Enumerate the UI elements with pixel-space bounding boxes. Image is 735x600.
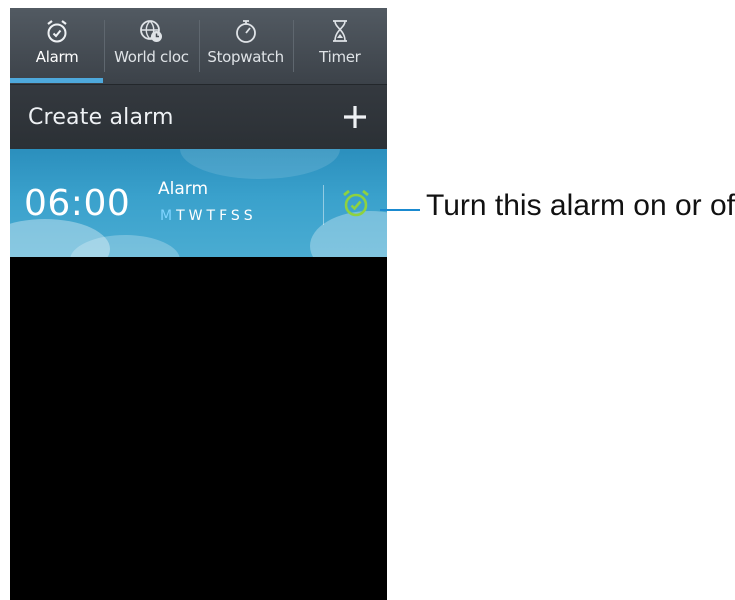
- tab-label: Stopwatch: [207, 48, 284, 66]
- cloud-decoration: [180, 149, 340, 179]
- tab-label: Alarm: [35, 48, 79, 66]
- tab-label: Timer: [319, 48, 361, 66]
- tab-label: World cloc: [114, 48, 189, 66]
- alarm-toggle-icon[interactable]: [340, 187, 372, 219]
- stopwatch-icon: [235, 20, 256, 43]
- day-label: W: [188, 208, 207, 224]
- day-label: S: [230, 208, 244, 224]
- create-alarm-bar[interactable]: Create alarm: [10, 84, 387, 151]
- hourglass-icon: [332, 20, 347, 42]
- active-tab-indicator: [10, 78, 103, 83]
- plus-icon[interactable]: [342, 104, 368, 130]
- phone-screen: Alarm World cloc Stopwatch Timer Create …: [10, 8, 387, 600]
- tab-bar: Alarm World cloc Stopwatch Timer: [10, 8, 387, 84]
- tab-timer[interactable]: Timer: [292, 8, 387, 84]
- day-label: T: [176, 208, 189, 224]
- alarm-clock-icon: [47, 20, 67, 43]
- tab-stopwatch[interactable]: Stopwatch: [198, 8, 293, 84]
- alarm-name: Alarm: [158, 179, 209, 199]
- day-label: S: [243, 208, 257, 224]
- globe-clock-icon: [140, 20, 163, 42]
- tab-alarm[interactable]: Alarm: [10, 8, 104, 84]
- alarm-list-item[interactable]: 06:00 Alarm MTWTFSS: [10, 149, 387, 257]
- day-label: F: [219, 208, 231, 224]
- alarm-repeat-days: MTWTFSS: [160, 208, 257, 224]
- tab-world-clock[interactable]: World cloc: [104, 8, 198, 84]
- divider: [323, 185, 324, 225]
- create-alarm-label: Create alarm: [28, 105, 174, 130]
- day-label: M: [160, 208, 177, 224]
- alarm-time: 06:00: [24, 183, 131, 224]
- callout-line: [380, 209, 420, 211]
- callout-text: Turn this alarm on or off.: [426, 189, 735, 222]
- day-label: T: [206, 208, 220, 224]
